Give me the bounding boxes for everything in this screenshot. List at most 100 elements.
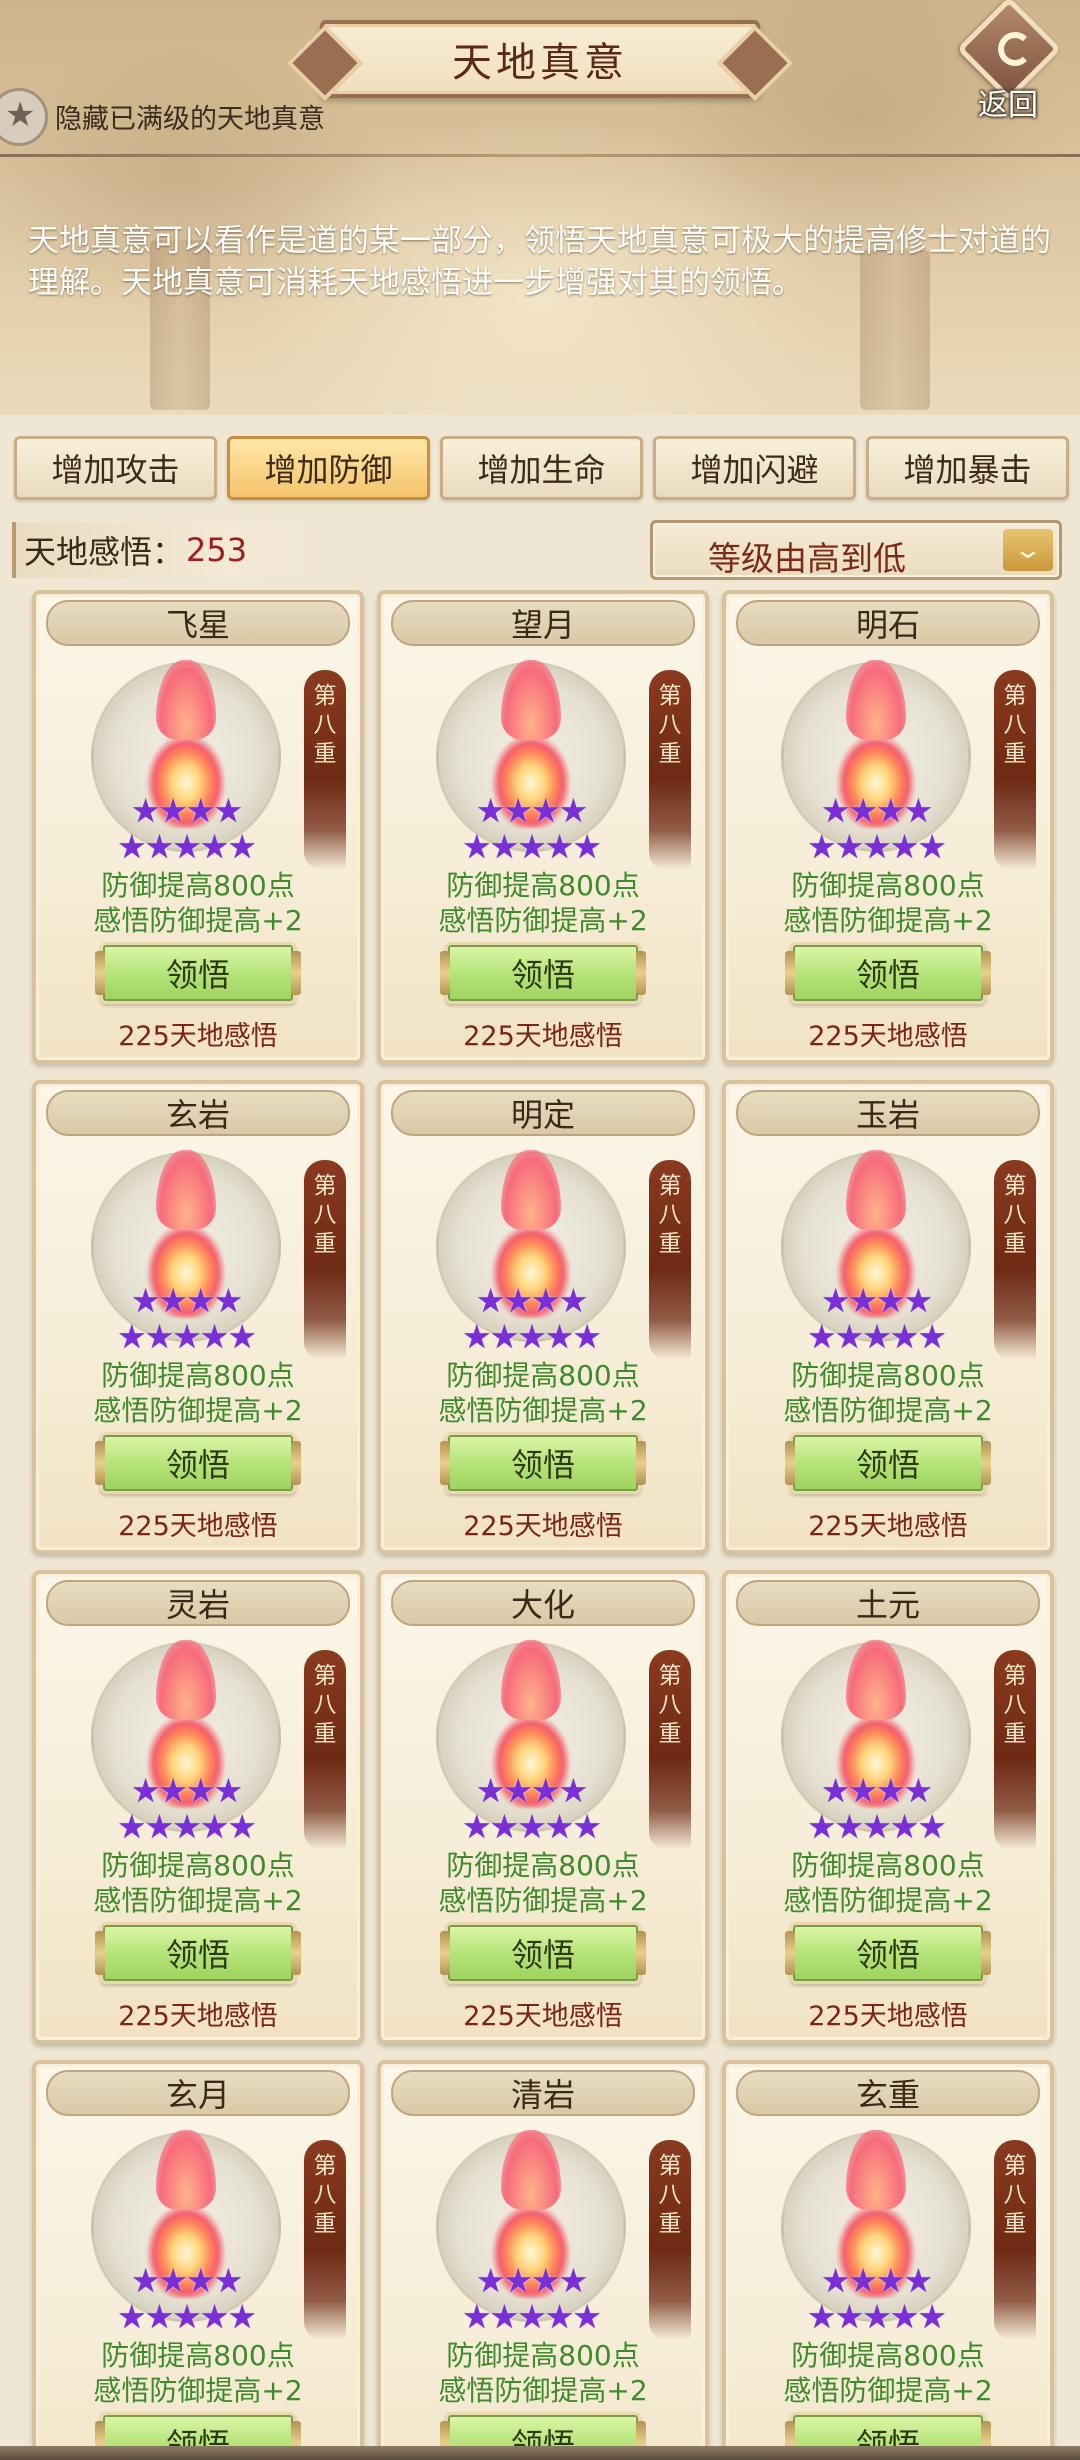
insight-cost: 225天地感悟 [118,1021,278,1052]
level-char: 八 [658,2182,682,2208]
insight-cost: 225天地感悟 [463,1511,623,1542]
insight-label: 天地感悟： [24,533,185,571]
comprehend-label: 领悟 [165,1446,230,1484]
level-char: 第 [1003,2153,1027,2179]
tab-attack[interactable]: 增加攻击 [14,436,217,500]
effect-defense: 防御提高800点 [101,2339,295,2372]
level-char: 重 [658,741,682,767]
level-char: 第 [313,1173,337,1199]
intent-card: 土元 第 八 重 ★★★★ ★★★★★ 防御提高800点 感悟防御提高+2 领悟… [722,1570,1054,2044]
hide-maxed-checkbox[interactable]: ★ [0,88,48,146]
intent-card: 清岩 第 八 重 ★★★★ ★★★★★ 防御提高800点 感悟防御提高+2 领悟… [377,2060,709,2460]
tab-dodge[interactable]: 增加闪避 [653,436,856,500]
comprehend-button[interactable]: 领悟 [785,1922,991,1984]
card-name: 望月 [510,606,575,644]
card-name: 清岩 [510,2076,575,2114]
card-title-bar: 清岩 [391,2070,695,2116]
card-title-bar: 飞星 [46,600,350,646]
card-name: 飞星 [165,606,230,644]
intent-card: 大化 第 八 重 ★★★★ ★★★★★ 防御提高800点 感悟防御提高+2 领悟… [377,1570,709,2044]
intent-card: 飞星 第 八 重 ★★★★ ★★★★★ 防御提高800点 感悟防御提高+2 领悟… [32,590,364,1064]
sort-selected-value: 等级由高到低 [708,539,906,578]
comprehend-label: 领悟 [855,956,920,994]
page-title: 天地真意 [452,40,628,86]
comprehend-label: 领悟 [165,956,230,994]
star-rating-bottom: ★★★★★ [807,1317,947,1356]
star-rating-bottom: ★★★★★ [462,2297,602,2336]
effect-insight-defense: 感悟防御提高+2 [438,1884,648,1917]
card-name: 玄月 [165,2076,230,2114]
comprehend-button[interactable]: 领悟 [95,1922,301,1984]
effect-insight-defense: 感悟防御提高+2 [93,904,303,937]
comprehend-button[interactable]: 领悟 [785,942,991,1004]
level-char: 重 [658,2211,682,2237]
level-char: 八 [1003,1202,1027,1228]
star-rating-top: ★★★★ [475,2261,588,2300]
effect-defense: 防御提高800点 [791,1359,985,1392]
hide-maxed-toggle[interactable]: ★ 隐藏已满级的天地真意 [0,82,1080,157]
comprehend-button[interactable]: 领悟 [440,942,646,1004]
star-rating-bottom: ★★★★★ [117,1317,257,1356]
tab-health[interactable]: 增加生命 [440,436,643,500]
level-char: 八 [313,1692,337,1718]
divider [0,154,1080,157]
star-rating-top: ★★★★ [130,2261,243,2300]
insight-cost: 225天地感悟 [463,2001,623,2032]
star-rating-bottom: ★★★★★ [807,2297,947,2336]
effect-defense: 防御提高800点 [446,1849,640,1882]
card-title-bar: 望月 [391,600,695,646]
comprehend-button[interactable]: 领悟 [440,1922,646,1984]
level-char: 重 [313,741,337,767]
intent-card: 灵岩 第 八 重 ★★★★ ★★★★★ 防御提高800点 感悟防御提高+2 领悟… [32,1570,364,2044]
tab-label: 增加攻击 [51,451,180,489]
level-char: 重 [658,1721,682,1747]
effect-defense: 防御提高800点 [101,1359,295,1392]
card-name: 大化 [510,1586,575,1624]
comprehend-button[interactable]: 领悟 [95,942,301,1004]
comprehend-label: 领悟 [855,1446,920,1484]
effect-defense: 防御提高800点 [101,869,295,902]
level-char: 第 [1003,683,1027,709]
comprehend-button[interactable]: 领悟 [95,1432,301,1494]
insight-value: 253 [186,531,248,569]
card-title-bar: 明石 [736,600,1040,646]
comprehend-button[interactable]: 领悟 [440,1432,646,1494]
effect-insight-defense: 感悟防御提高+2 [438,2374,648,2407]
comprehend-label: 领悟 [510,1936,575,1974]
level-char: 重 [313,1721,337,1747]
tab-defense[interactable]: 增加防御 [227,436,430,500]
star-rating-top: ★★★★ [130,1281,243,1320]
card-title-bar: 灵岩 [46,1580,350,1626]
effect-insight-defense: 感悟防御提高+2 [93,1394,303,1427]
level-char: 重 [658,1231,682,1257]
card-name: 玄重 [855,2076,920,2114]
level-char: 第 [313,1663,337,1689]
card-name: 土元 [855,1586,920,1624]
intent-card: 玄岩 第 八 重 ★★★★ ★★★★★ 防御提高800点 感悟防御提高+2 领悟… [32,1080,364,1554]
insight-cost: 225天地感悟 [463,1021,623,1052]
comprehend-button[interactable]: 领悟 [785,1432,991,1494]
level-char: 八 [658,1202,682,1228]
star-rating-bottom: ★★★★★ [807,827,947,866]
star-rating-bottom: ★★★★★ [117,2297,257,2336]
level-char: 八 [313,1202,337,1228]
star-rating-bottom: ★★★★★ [462,1807,602,1846]
chevron-double-down-icon[interactable]: ⌄ [1003,529,1053,571]
card-title-bar: 明定 [391,1090,695,1136]
bottom-edge [0,2446,1080,2460]
level-char: 重 [1003,741,1027,767]
intent-card: 玄月 第 八 重 ★★★★ ★★★★★ 防御提高800点 感悟防御提高+2 领悟… [32,2060,364,2460]
sort-dropdown[interactable]: 等级由高到低 ⌄ [650,520,1062,580]
level-char: 第 [1003,1663,1027,1689]
effect-defense: 防御提高800点 [446,2339,640,2372]
effect-defense: 防御提高800点 [791,2339,985,2372]
comprehend-label: 领悟 [165,1936,230,1974]
card-title-bar: 玄月 [46,2070,350,2116]
card-title-bar: 玄重 [736,2070,1040,2116]
star-rating-bottom: ★★★★★ [462,1317,602,1356]
tab-label: 增加生命 [477,451,606,489]
effect-insight-defense: 感悟防御提高+2 [438,904,648,937]
tab-crit[interactable]: 增加暴击 [866,436,1069,500]
effect-defense: 防御提高800点 [446,869,640,902]
card-name: 玉岩 [855,1096,920,1134]
